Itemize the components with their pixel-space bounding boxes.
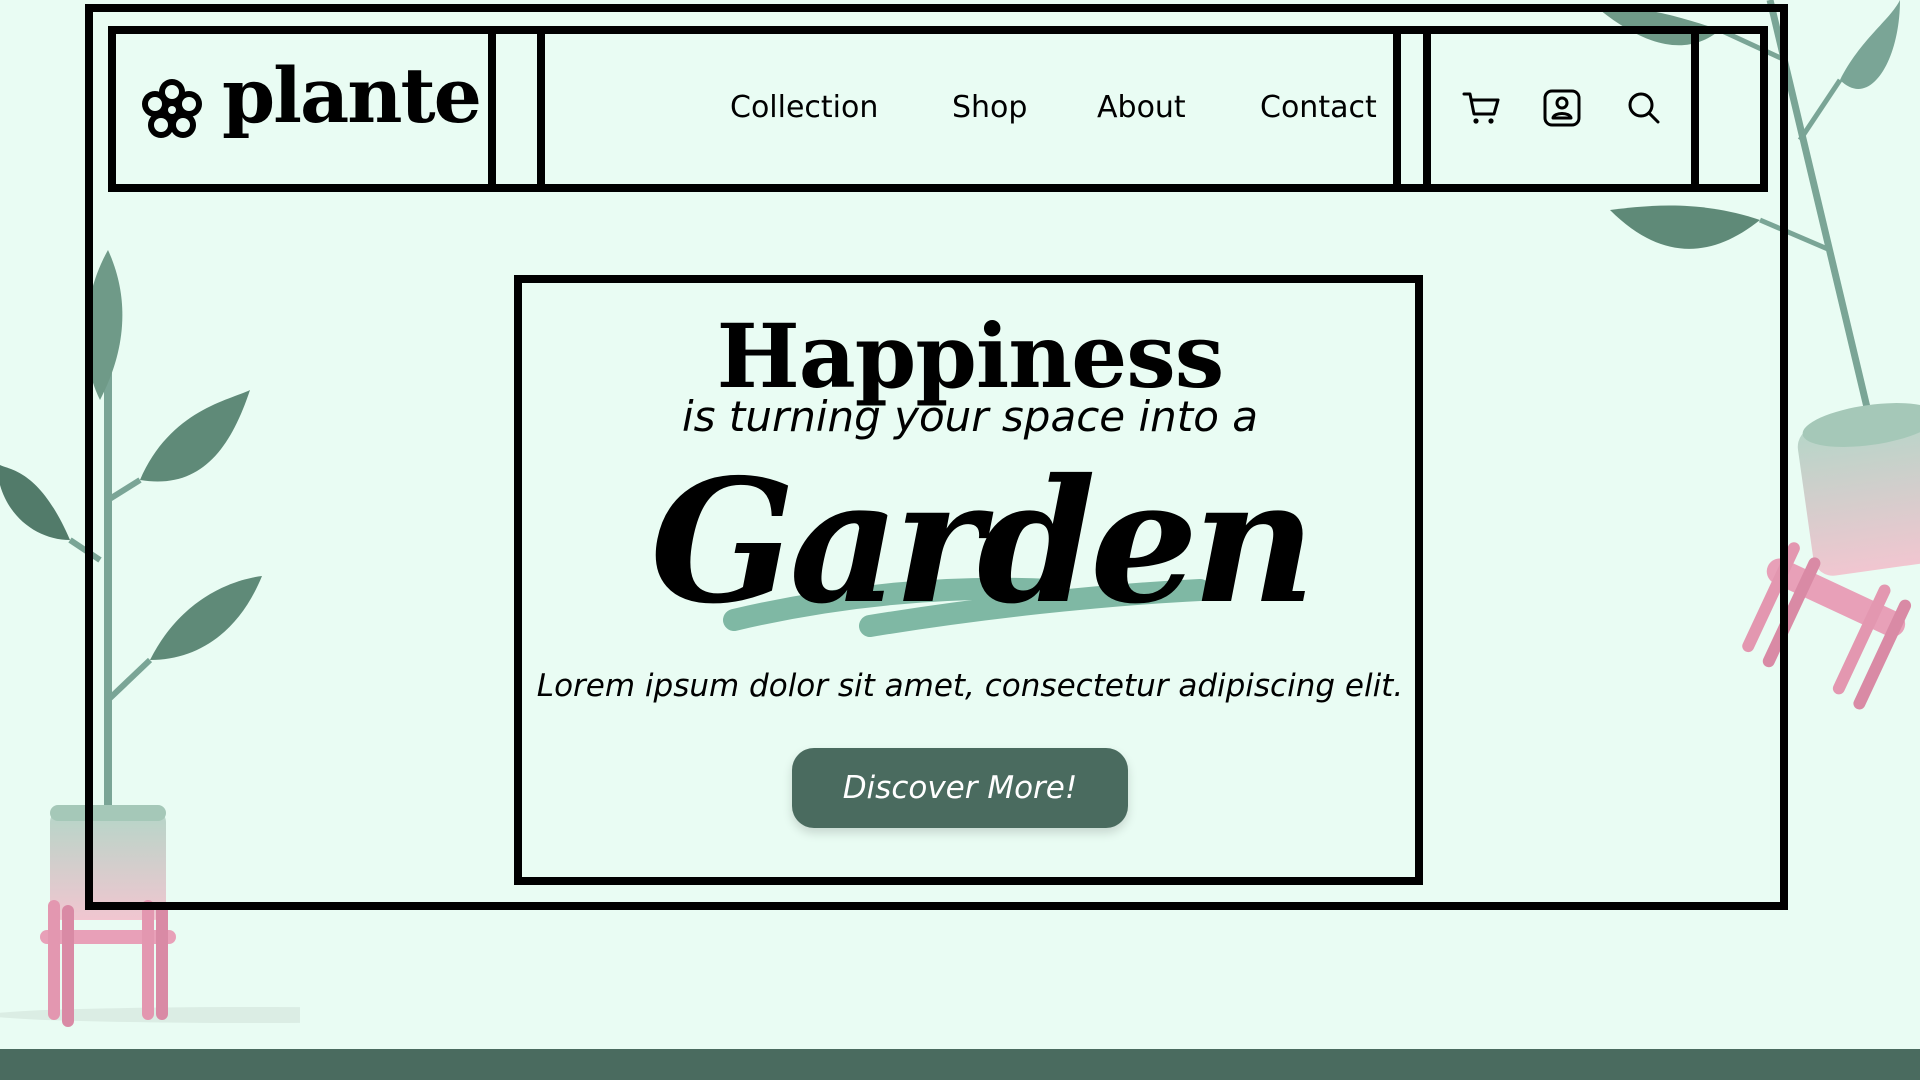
discover-more-button[interactable]: Discover More! xyxy=(792,748,1128,828)
account-icon xyxy=(1543,89,1581,127)
search-button[interactable] xyxy=(1622,86,1666,130)
hero-highlight-word: Garden xyxy=(650,442,1316,642)
hero-description: Lorem ipsum dolor sit amet, consectetur … xyxy=(536,668,1404,704)
search-icon xyxy=(1628,92,1660,124)
cart-icon xyxy=(1462,92,1500,124)
nav-link-collection[interactable]: Collection xyxy=(730,90,878,125)
hero-title: Happiness xyxy=(716,304,1225,408)
cart-button[interactable] xyxy=(1460,86,1504,130)
footer-bar xyxy=(0,1049,1920,1080)
brand-name: plante xyxy=(222,51,482,140)
nav-link-shop[interactable]: Shop xyxy=(952,90,1027,125)
flower-icon xyxy=(142,79,202,138)
nav-link-contact[interactable]: Contact xyxy=(1260,90,1377,125)
hero-subtitle: is turning your space into a xyxy=(681,392,1259,441)
nav-link-about[interactable]: About xyxy=(1097,90,1186,125)
account-button[interactable] xyxy=(1540,86,1584,130)
